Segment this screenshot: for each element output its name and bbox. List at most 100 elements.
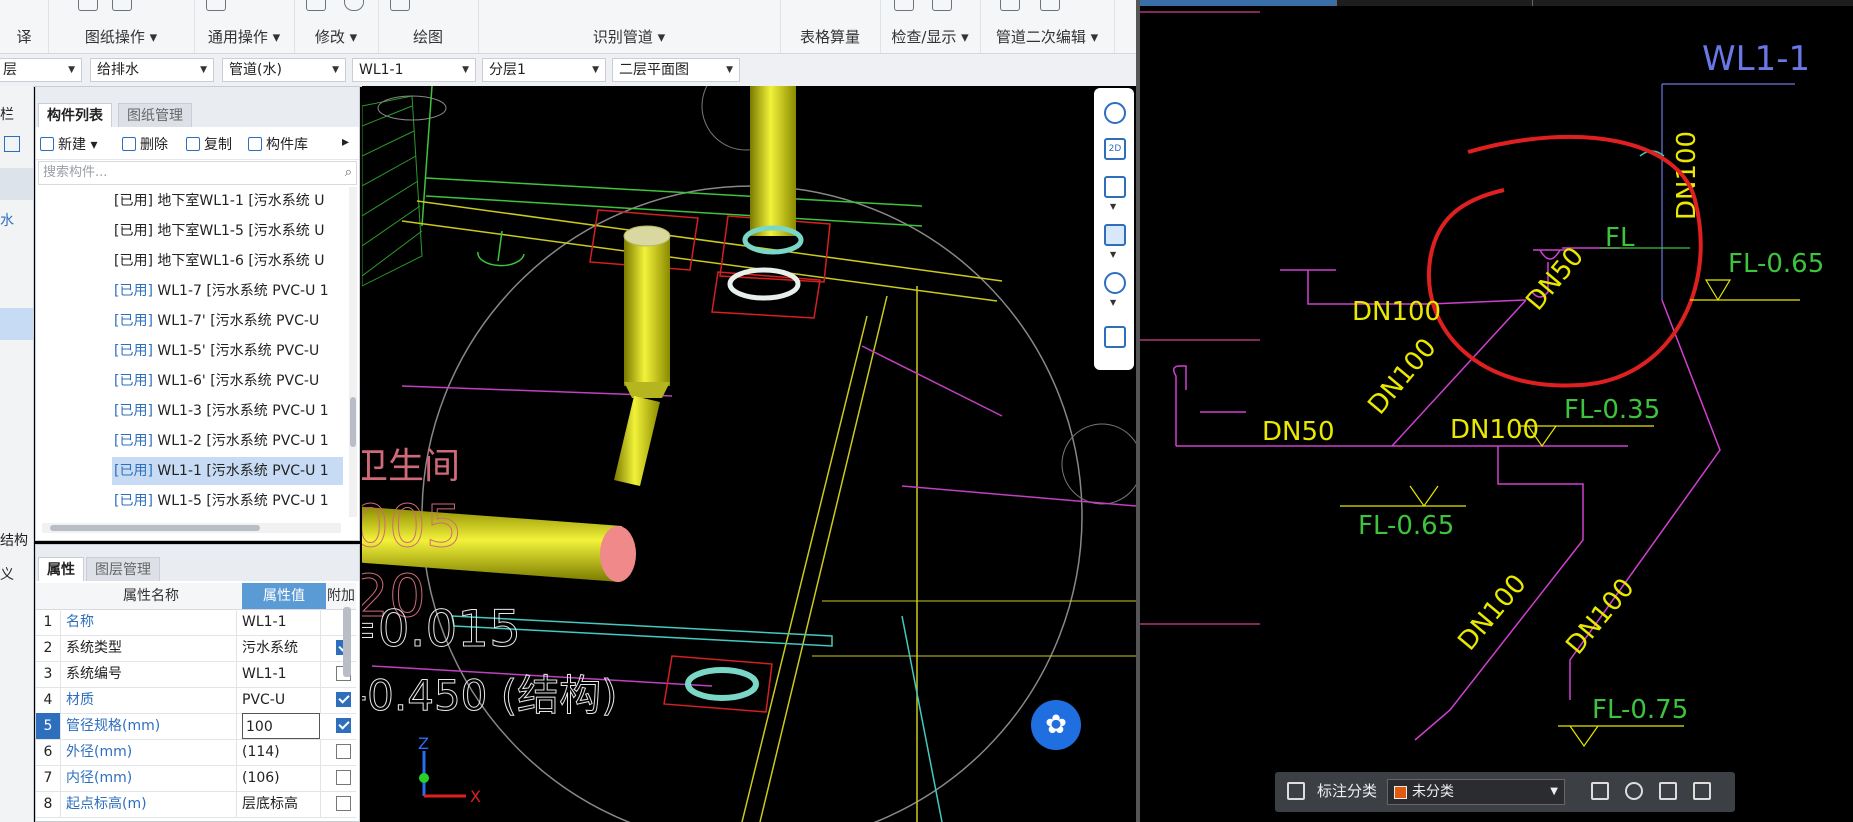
row-number: 4: [36, 687, 61, 713]
new-button[interactable]: 新建 ▾: [40, 134, 97, 154]
trash-icon: [122, 137, 136, 151]
ribbon-group-0[interactable]: 译: [0, 0, 49, 53]
view-2d-icon[interactable]: 2D: [1104, 138, 1126, 160]
property-value[interactable]: WL1-1: [242, 661, 321, 687]
component-library-button[interactable]: 构件库: [248, 134, 308, 154]
property-value-input[interactable]: 100: [242, 713, 320, 739]
discipline-select[interactable]: 给排水 ▼: [90, 58, 214, 82]
table-row[interactable]: 8 起点标高(m) 层底标高: [36, 791, 356, 818]
tab-drawing-management[interactable]: 图纸管理: [118, 103, 192, 127]
pipe-bend[interactable]: [614, 396, 660, 486]
property-value[interactable]: 污水系统: [242, 635, 321, 661]
list-item[interactable]: [已用] WL1-5' [污水系统 PVC-U: [114, 337, 343, 365]
layer-split-select[interactable]: 分层1 ▼: [482, 58, 606, 82]
vertical-pipe[interactable]: [750, 86, 796, 236]
left-strip-item[interactable]: [0, 168, 33, 200]
list-item[interactable]: [已用] WL1-7' [污水系统 PVC-U: [114, 307, 343, 335]
pipe-icon: [1040, 0, 1060, 11]
tab-properties[interactable]: 属性: [38, 557, 84, 581]
left-strip-label[interactable]: 义: [0, 564, 14, 584]
list-item[interactable]: [已用] WL1-3 [污水系统 PVC-U 1: [114, 397, 343, 425]
extra-checkbox[interactable]: [336, 796, 351, 811]
rotate-icon[interactable]: [1104, 272, 1126, 294]
table-row[interactable]: 6 外径(mm) (114): [36, 739, 356, 766]
property-value[interactable]: PVC-U: [242, 687, 321, 713]
more-icon[interactable]: ▸: [342, 134, 349, 150]
horizontal-scrollbar[interactable]: [42, 523, 341, 533]
list-item[interactable]: [已用] WL1-2 [污水系统 PVC-U 1: [114, 427, 343, 455]
viewport-canvas[interactable]: 卫生间 005 20 i=0.015 -0.450 (结构) Z X: [362, 86, 1136, 822]
annotation-category-select[interactable]: 未分类 ▼: [1387, 779, 1565, 805]
scroll-thumb[interactable]: [50, 525, 260, 531]
used-tag: [已用]: [114, 493, 153, 509]
property-value[interactable]: WL1-1: [242, 609, 321, 635]
list-item-selected[interactable]: [已用] WL1-1 [污水系统 PVC-U 1: [112, 457, 343, 485]
paste-icon[interactable]: [1693, 782, 1711, 800]
component-select[interactable]: WL1-1 ▼: [352, 58, 476, 82]
extra-checkbox[interactable]: [336, 770, 351, 785]
list-item[interactable]: [已用] 地下室WL1-5 [污水系统 U: [114, 217, 343, 245]
table-row[interactable]: 4 材质 PVC-U: [36, 687, 356, 714]
component-toolbar: 新建 ▾ 删除 复制 构件库 ▸: [36, 127, 359, 160]
ribbon-group-identify-pipe[interactable]: 识别管道 ▾: [478, 0, 781, 53]
table-row[interactable]: 1 名称 WL1-1: [36, 609, 356, 636]
ribbon-group-draw[interactable]: 绘图: [378, 0, 479, 53]
cad-canvas[interactable]: WL1-1 DN100 FL FL-0.65 DN50 DN100 DN100 …: [1140, 0, 1853, 822]
delete-button[interactable]: 删除: [122, 134, 168, 154]
ribbon-group-table-calc[interactable]: 表格算量: [780, 0, 881, 53]
layer-split-select-value: 分层1: [489, 62, 526, 78]
extra-checkbox[interactable]: [336, 718, 351, 733]
list-item[interactable]: [已用] 地下室WL1-6 [污水系统 U: [114, 247, 343, 275]
ribbon-group-common-ops[interactable]: 通用操作 ▾: [194, 0, 295, 53]
ribbon-group-check-display[interactable]: 检查/显示 ▾: [880, 0, 981, 53]
table-row[interactable]: 3 系统编号 WL1-1: [36, 661, 356, 688]
ribbon-group-modify[interactable]: 修改 ▾: [294, 0, 379, 53]
scroll-thumb[interactable]: [350, 397, 356, 447]
extra-checkbox[interactable]: [336, 744, 351, 759]
left-strip-label[interactable]: 结构: [0, 530, 28, 550]
vertical-scrollbar[interactable]: [349, 187, 357, 517]
table-row[interactable]: 2 系统类型 污水系统: [36, 635, 356, 662]
vertical-scrollbar[interactable]: [343, 607, 351, 677]
copy-icon[interactable]: [1659, 782, 1677, 800]
copy-button[interactable]: 复制: [186, 134, 232, 154]
cad-drawing-view[interactable]: WL1-1 DN100 FL FL-0.65 DN50 DN100 DN100 …: [1140, 0, 1853, 822]
left-strip-label[interactable]: 水: [0, 210, 14, 230]
chevron-down-icon[interactable]: ▼: [1110, 202, 1116, 211]
grid-apps-icon[interactable]: [1287, 782, 1305, 800]
edit-note-icon[interactable]: [1591, 782, 1609, 800]
report-icon[interactable]: [1104, 326, 1126, 348]
cube-view-icon[interactable]: [1104, 176, 1126, 198]
list-item[interactable]: [已用] WL1-7 [污水系统 PVC-U 1: [114, 277, 343, 305]
tab-component-list[interactable]: 构件列表: [38, 103, 112, 127]
vertical-pipe[interactable]: [624, 236, 670, 386]
drawing-select[interactable]: 二层平面图 ▼: [612, 58, 740, 82]
copy-button-label: 复制: [204, 137, 232, 153]
cad-tab-active[interactable]: [1140, 0, 1336, 6]
3d-viewport[interactable]: 卫生间 005 20 i=0.015 -0.450 (结构) Z X: [362, 86, 1136, 822]
list-item[interactable]: [已用] WL1-6' [污水系统 PVC-U: [114, 367, 343, 395]
extra-checkbox[interactable]: [336, 692, 351, 707]
edit-icon[interactable]: [4, 136, 20, 152]
star-button[interactable]: ✿: [1031, 700, 1081, 750]
orbit-icon[interactable]: [1104, 102, 1126, 124]
category-select[interactable]: 管道(水) ▼: [222, 58, 346, 82]
search-input[interactable]: 搜索构件... ⌕: [38, 161, 357, 185]
table-row[interactable]: 7 内径(mm) (106): [36, 765, 356, 792]
list-item[interactable]: [已用] 地下室WL1-1 [污水系统 U: [114, 187, 343, 215]
header-name: 属性名称: [123, 588, 179, 604]
property-value[interactable]: 层底标高: [242, 791, 321, 817]
property-value[interactable]: (106): [242, 765, 321, 791]
cube-solid-icon[interactable]: [1104, 224, 1126, 246]
left-strip-item-selected[interactable]: [0, 308, 33, 340]
chevron-down-icon[interactable]: ▼: [1110, 250, 1116, 259]
ribbon-group-drawing-ops[interactable]: 图纸操作 ▾: [48, 0, 195, 53]
property-value[interactable]: (114): [242, 739, 321, 765]
ribbon-group-pipe-edit[interactable]: 管道二次编辑 ▾: [980, 0, 1115, 53]
chevron-down-icon[interactable]: ▼: [1110, 298, 1116, 307]
move-icon[interactable]: [1625, 782, 1643, 800]
tab-layer-management[interactable]: 图层管理: [86, 557, 160, 581]
floor-select[interactable]: 层 ▼: [0, 58, 82, 82]
table-row-selected[interactable]: 5 管径规格(mm) 100: [36, 713, 356, 740]
list-item[interactable]: [已用] WL1-5 [污水系统 PVC-U 1: [114, 487, 343, 515]
